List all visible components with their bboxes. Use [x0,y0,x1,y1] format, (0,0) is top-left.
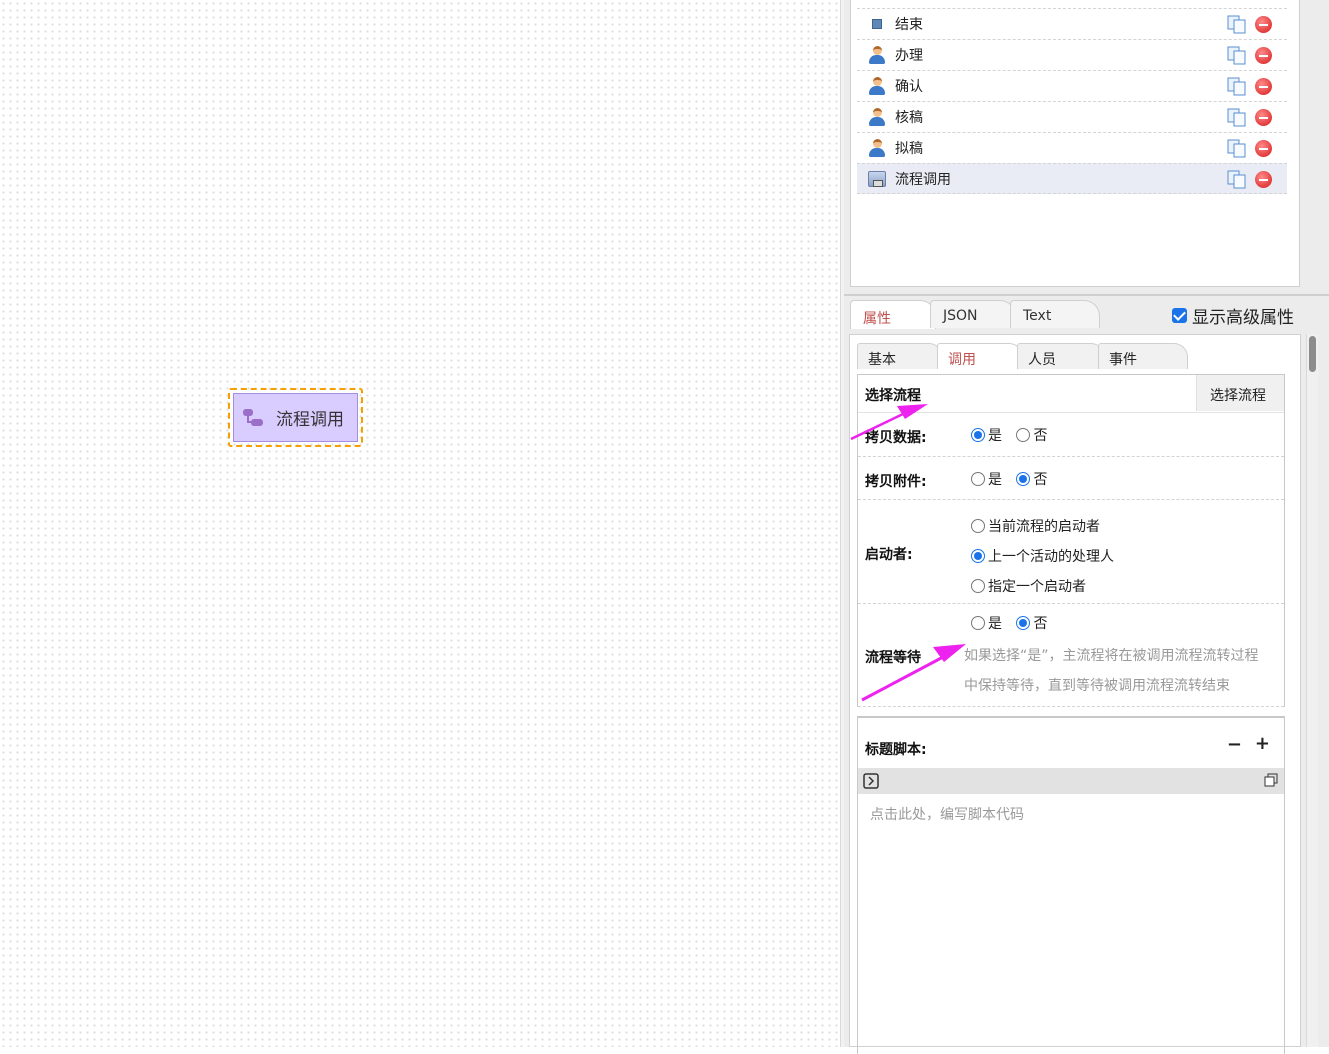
starter-specify[interactable]: 指定一个启动者 [971,572,1114,602]
starter-current-initiator[interactable]: 当前流程的启动者 [971,512,1114,542]
wait-yes[interactable]: 是 [971,616,1002,632]
right-panel: 结束 办理 确认 核稿 拟稿 流程调用 属性 JSON Text 显示高级属性 … [844,0,1329,1054]
copy-icon[interactable] [1227,139,1247,159]
invoke-form: 选择流程 选择流程 拷贝数据: 是 否 拷贝附件: 是 否 启动者: 当前流程的… [857,374,1285,707]
tab-text[interactable]: Text [1010,300,1100,328]
starter-label: 启动者: [865,547,913,563]
property-tabs: 属性 JSON Text 显示高级属性 [844,294,1329,329]
starter-row: 启动者: 当前流程的启动者 上一个活动的处理人 指定一个启动者 [858,500,1284,604]
activity-name: 确认 [895,79,923,95]
activity-row-confirm[interactable]: 确认 [857,70,1287,101]
activity-list: 结束 办理 确认 核稿 拟稿 流程调用 [857,8,1287,194]
node-label: 流程调用 [276,410,344,430]
run-script-icon[interactable] [863,773,879,793]
property-scrollbar[interactable] [1306,334,1318,1047]
process-canvas[interactable]: 流程调用 [0,0,840,1047]
tab-personnel[interactable]: 人员 [1017,343,1105,369]
activity-row-end[interactable]: 结束 [857,8,1287,39]
show-advanced-label: 显示高级属性 [1192,308,1294,328]
delete-icon[interactable] [1255,109,1272,126]
starter-previous-handler[interactable]: 上一个活动的处理人 [971,542,1114,572]
copy-attachment-no[interactable]: 否 [1016,472,1047,488]
activity-row-handle[interactable]: 办理 [857,39,1287,70]
script-editor[interactable]: 点击此处，编写脚本代码 [857,794,1285,1054]
activity-row-review[interactable]: 核稿 [857,101,1287,132]
scrollbar-thumb[interactable] [1309,336,1316,372]
activity-name: 结束 [895,17,923,33]
show-advanced-checkbox[interactable] [1172,308,1187,323]
delete-icon[interactable] [1255,16,1272,33]
activity-name: 拟稿 [895,141,923,157]
process-call-node[interactable]: 流程调用 [228,388,363,447]
activity-name: 核稿 [895,110,923,126]
tab-basic[interactable]: 基本 [857,343,943,369]
copy-icon[interactable] [1227,15,1247,35]
title-script-header: 标题脚本: − + [857,716,1285,768]
activity-name: 办理 [895,48,923,64]
tab-events[interactable]: 事件 [1098,343,1188,369]
copy-icon[interactable] [1227,46,1247,66]
radio-button[interactable] [1016,428,1031,442]
copy-data-yes[interactable]: 是 [971,428,1002,444]
script-toolbar [857,768,1285,794]
radio-button[interactable] [971,519,985,533]
tab-properties[interactable]: 属性 [850,300,936,329]
radio-button[interactable] [971,472,985,486]
radio-button[interactable] [971,549,985,563]
delete-icon[interactable] [1255,78,1272,95]
user-icon [868,108,886,126]
activity-row-process-call[interactable]: 流程调用 [857,163,1287,194]
copy-data-row: 拷贝数据: 是 否 [858,413,1284,457]
subprocess-icon [868,170,886,188]
collapse-button[interactable]: − [1227,734,1242,755]
property-body: 基本 调用 人员 事件 选择流程 选择流程 拷贝数据: 是 否 拷贝附件: 是 … [849,334,1301,1054]
select-process-row: 选择流程 选择流程 [858,375,1284,413]
activity-name: 流程调用 [895,171,951,188]
tab-invoke[interactable]: 调用 [937,343,1023,369]
radio-button[interactable] [971,428,985,442]
expand-button[interactable]: + [1255,733,1270,754]
copy-icon[interactable] [1227,108,1247,128]
user-icon [868,77,886,95]
copy-icon[interactable] [1227,170,1247,190]
copy-icon[interactable] [1227,77,1247,97]
title-script-label: 标题脚本: [865,742,927,758]
wait-row: 流程等待 是 否 如果选择“是”，主流程将在被调用流程流转过程 中保持等待，直到… [858,604,1284,707]
copy-attachment-label: 拷贝附件: [865,474,927,490]
delete-icon[interactable] [1255,171,1272,188]
user-icon [868,46,886,64]
copy-data-no[interactable]: 否 [1016,428,1047,444]
select-process-button[interactable]: 选择流程 [1196,375,1284,411]
radio-button[interactable] [1016,616,1031,630]
node-body[interactable]: 流程调用 [233,393,358,442]
subprocess-icon [242,407,268,429]
delete-icon[interactable] [1255,47,1272,64]
user-icon [868,139,886,157]
copy-attachment-row: 拷贝附件: 是 否 [858,457,1284,500]
copy-data-label: 拷贝数据: [865,430,927,446]
wait-hint-line1: 如果选择“是”，主流程将在被调用流程流转过程 [964,648,1259,664]
activity-row-draft[interactable]: 拟稿 [857,132,1287,163]
radio-button[interactable] [971,579,985,593]
activity-list-panel: 结束 办理 确认 核稿 拟稿 流程调用 [850,0,1300,287]
end-square-icon [868,15,886,33]
wait-hint-line2: 中保持等待，直到等待被调用流程流转结束 [964,678,1230,694]
select-process-label: 选择流程 [865,388,921,404]
wait-no[interactable]: 否 [1016,616,1047,632]
radio-button[interactable] [971,616,985,630]
script-placeholder: 点击此处，编写脚本代码 [870,807,1024,823]
copy-attachment-yes[interactable]: 是 [971,472,1002,488]
show-advanced-toggle[interactable]: 显示高级属性 [1172,303,1294,328]
maximize-editor-icon[interactable] [1264,773,1278,791]
radio-button[interactable] [1016,472,1031,486]
wait-label: 流程等待 [865,650,921,666]
delete-icon[interactable] [1255,140,1272,157]
tab-json[interactable]: JSON [930,300,1016,328]
